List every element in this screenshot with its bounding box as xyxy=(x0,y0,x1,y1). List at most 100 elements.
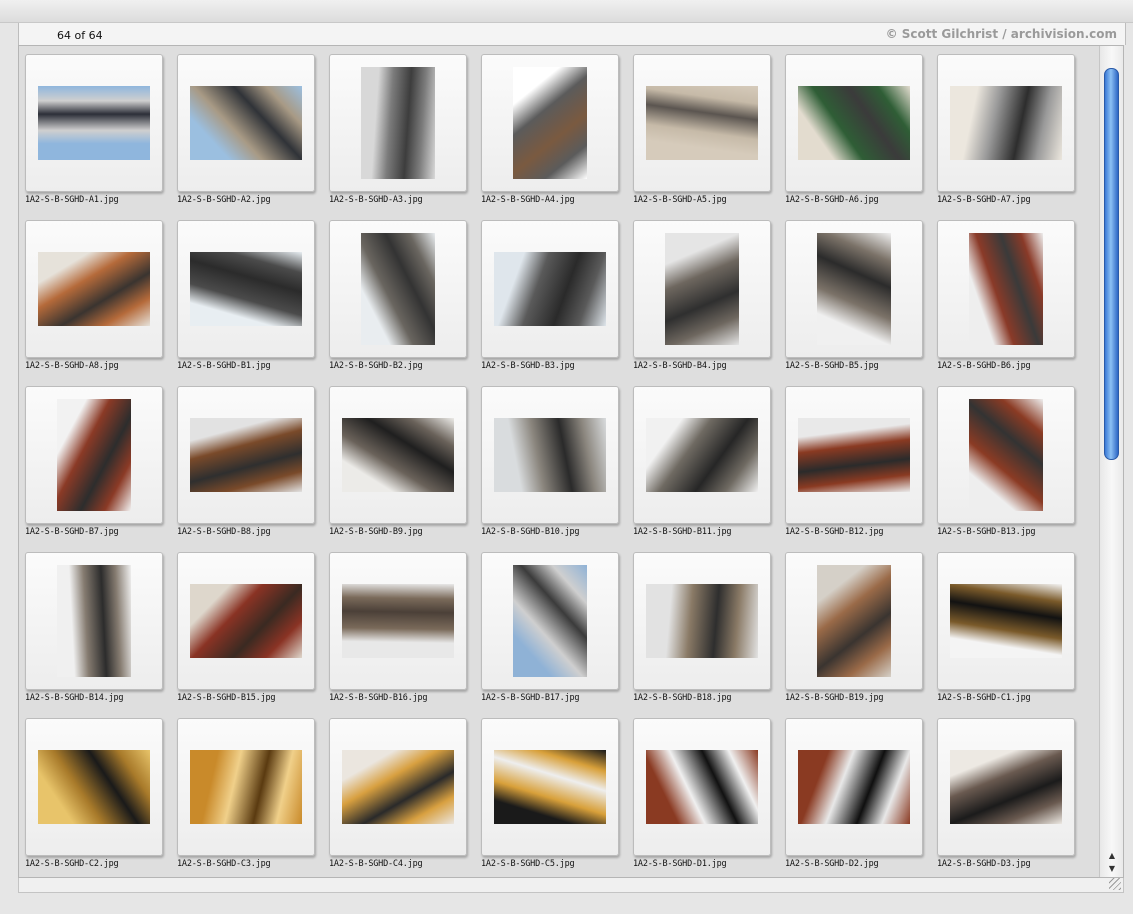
thumbnail-slide[interactable] xyxy=(937,718,1075,856)
thumbnail-slide[interactable] xyxy=(633,54,771,192)
thumbnail-slide[interactable] xyxy=(25,552,163,690)
thumbnail-slide[interactable] xyxy=(481,718,619,856)
thumbnail-item[interactable]: 1A2-S-B-SGHD-A3.jpg xyxy=(323,46,475,212)
thumbnail-slide[interactable] xyxy=(937,220,1075,358)
thumbnail-slide[interactable] xyxy=(177,386,315,524)
thumbnail-slide[interactable] xyxy=(25,220,163,358)
thumbnail-image[interactable] xyxy=(798,750,910,824)
thumbnail-image[interactable] xyxy=(646,584,758,658)
thumbnail-image[interactable] xyxy=(190,252,302,326)
thumbnail-slide[interactable] xyxy=(633,718,771,856)
thumbnail-item[interactable]: 1A2-S-B-SGHD-A6.jpg xyxy=(779,46,931,212)
thumbnail-image[interactable] xyxy=(950,750,1062,824)
thumbnail-item[interactable]: 1A2-S-B-SGHD-B11.jpg xyxy=(627,378,779,544)
thumbnail-image[interactable] xyxy=(57,565,131,677)
thumbnail-slide[interactable] xyxy=(329,54,467,192)
thumbnail-item[interactable]: 1A2-S-B-SGHD-D2.jpg xyxy=(779,710,931,876)
thumbnail-image[interactable] xyxy=(513,565,587,677)
thumbnail-item[interactable]: 1A2-S-B-SGHD-A4.jpg xyxy=(475,46,627,212)
thumbnail-slide[interactable] xyxy=(177,718,315,856)
thumbnail-image[interactable] xyxy=(646,86,758,160)
thumbnail-item[interactable]: 1A2-S-B-SGHD-A7.jpg xyxy=(931,46,1083,212)
thumbnail-item[interactable]: 1A2-S-B-SGHD-B7.jpg xyxy=(19,378,171,544)
thumbnail-slide[interactable] xyxy=(25,54,163,192)
thumbnail-slide[interactable] xyxy=(329,220,467,358)
thumbnail-slide[interactable] xyxy=(481,552,619,690)
thumbnail-item[interactable]: 1A2-S-B-SGHD-A1.jpg xyxy=(19,46,171,212)
thumbnail-image[interactable] xyxy=(190,86,302,160)
thumbnail-image[interactable] xyxy=(969,233,1043,345)
thumbnail-slide[interactable] xyxy=(177,54,315,192)
thumbnail-slide[interactable] xyxy=(329,718,467,856)
thumbnail-item[interactable]: 1A2-S-B-SGHD-B12.jpg xyxy=(779,378,931,544)
thumbnail-image[interactable] xyxy=(950,584,1062,658)
thumbnail-slide[interactable] xyxy=(785,552,923,690)
thumbnail-slide[interactable] xyxy=(329,386,467,524)
thumbnail-image[interactable] xyxy=(342,584,454,658)
thumbnail-slide[interactable] xyxy=(937,552,1075,690)
thumbnail-item[interactable]: 1A2-S-B-SGHD-B4.jpg xyxy=(627,212,779,378)
thumbnail-image[interactable] xyxy=(38,86,150,160)
thumbnail-image[interactable] xyxy=(969,399,1043,511)
thumbnail-item[interactable]: 1A2-S-B-SGHD-B9.jpg xyxy=(323,378,475,544)
thumbnail-image[interactable] xyxy=(342,418,454,492)
thumbnail-slide[interactable] xyxy=(937,386,1075,524)
thumbnail-image[interactable] xyxy=(798,418,910,492)
thumbnail-image[interactable] xyxy=(361,67,435,179)
thumbnail-item[interactable]: 1A2-S-B-SGHD-D1.jpg xyxy=(627,710,779,876)
thumbnail-image[interactable] xyxy=(38,252,150,326)
resize-grip-icon[interactable] xyxy=(1109,878,1121,890)
thumbnail-item[interactable]: 1A2-S-B-SGHD-B6.jpg xyxy=(931,212,1083,378)
thumbnail-slide[interactable] xyxy=(785,718,923,856)
thumbnail-slide[interactable] xyxy=(633,220,771,358)
thumbnail-item[interactable]: 1A2-S-B-SGHD-B19.jpg xyxy=(779,544,931,710)
thumbnail-slide[interactable] xyxy=(481,386,619,524)
thumbnail-slide[interactable] xyxy=(785,386,923,524)
thumbnail-item[interactable]: 1A2-S-B-SGHD-B13.jpg xyxy=(931,378,1083,544)
thumbnail-item[interactable]: 1A2-S-B-SGHD-B5.jpg xyxy=(779,212,931,378)
thumbnail-item[interactable]: 1A2-S-B-SGHD-A8.jpg xyxy=(19,212,171,378)
thumbnail-image[interactable] xyxy=(665,233,739,345)
thumbnail-item[interactable]: 1A2-S-B-SGHD-B1.jpg xyxy=(171,212,323,378)
thumbnail-item[interactable]: 1A2-S-B-SGHD-B8.jpg xyxy=(171,378,323,544)
thumbnail-image[interactable] xyxy=(190,750,302,824)
thumbnail-item[interactable]: 1A2-S-B-SGHD-B16.jpg xyxy=(323,544,475,710)
thumbnail-slide[interactable] xyxy=(177,552,315,690)
thumbnail-slide[interactable] xyxy=(481,54,619,192)
thumbnail-image[interactable] xyxy=(817,233,891,345)
scrollbar-thumb[interactable] xyxy=(1104,68,1119,460)
thumbnail-slide[interactable] xyxy=(177,220,315,358)
thumbnail-slide[interactable] xyxy=(633,386,771,524)
thumbnail-item[interactable]: 1A2-S-B-SGHD-A5.jpg xyxy=(627,46,779,212)
thumbnail-image[interactable] xyxy=(38,750,150,824)
thumbnail-item[interactable]: 1A2-S-B-SGHD-B17.jpg xyxy=(475,544,627,710)
thumbnail-slide[interactable] xyxy=(785,54,923,192)
thumbnail-image[interactable] xyxy=(646,418,758,492)
thumbnail-item[interactable]: 1A2-S-B-SGHD-C5.jpg xyxy=(475,710,627,876)
thumbnail-item[interactable]: 1A2-S-B-SGHD-C1.jpg xyxy=(931,544,1083,710)
thumbnail-item[interactable]: 1A2-S-B-SGHD-D3.jpg xyxy=(931,710,1083,876)
thumbnail-image[interactable] xyxy=(494,252,606,326)
thumbnail-item[interactable]: 1A2-S-B-SGHD-A2.jpg xyxy=(171,46,323,212)
vertical-scrollbar[interactable]: ▲ ▼ xyxy=(1099,46,1123,877)
thumbnail-item[interactable]: 1A2-S-B-SGHD-C4.jpg xyxy=(323,710,475,876)
thumbnail-item[interactable]: 1A2-S-B-SGHD-B10.jpg xyxy=(475,378,627,544)
thumbnail-slide[interactable] xyxy=(937,54,1075,192)
thumbnail-image[interactable] xyxy=(950,86,1062,160)
thumbnail-item[interactable]: 1A2-S-B-SGHD-B15.jpg xyxy=(171,544,323,710)
scroll-up-icon[interactable]: ▲ xyxy=(1105,850,1119,862)
thumbnail-slide[interactable] xyxy=(481,220,619,358)
thumbnail-image[interactable] xyxy=(190,418,302,492)
thumbnail-image[interactable] xyxy=(494,418,606,492)
thumbnail-item[interactable]: 1A2-S-B-SGHD-B14.jpg xyxy=(19,544,171,710)
thumbnail-image[interactable] xyxy=(798,86,910,160)
thumbnail-image[interactable] xyxy=(494,750,606,824)
thumbnail-item[interactable]: 1A2-S-B-SGHD-C3.jpg xyxy=(171,710,323,876)
thumbnail-slide[interactable] xyxy=(329,552,467,690)
thumbnail-item[interactable]: 1A2-S-B-SGHD-B2.jpg xyxy=(323,212,475,378)
thumbnail-item[interactable]: 1A2-S-B-SGHD-C2.jpg xyxy=(19,710,171,876)
thumbnail-slide[interactable] xyxy=(785,220,923,358)
thumbnail-slide[interactable] xyxy=(633,552,771,690)
thumbnail-image[interactable] xyxy=(190,584,302,658)
thumbnail-image[interactable] xyxy=(361,233,435,345)
